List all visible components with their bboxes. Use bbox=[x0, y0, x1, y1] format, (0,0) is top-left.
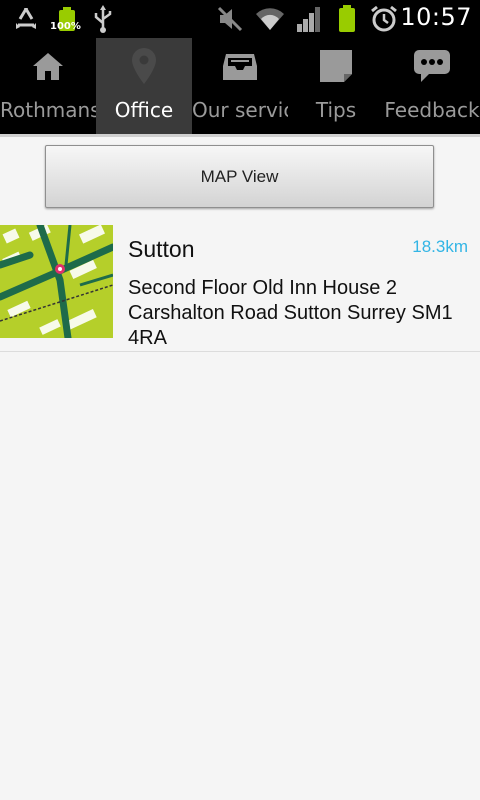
tab-rothmans[interactable]: Rothmans bbox=[0, 38, 96, 134]
tab-label: Our servic bbox=[192, 98, 288, 122]
tab-label: Office bbox=[114, 98, 174, 122]
battery-level-label: 100% bbox=[50, 21, 81, 32]
tab-feedback[interactable]: Feedback bbox=[384, 38, 480, 134]
status-bar: 100% 10:57 bbox=[0, 0, 480, 38]
office-distance: 18.3km bbox=[412, 237, 468, 256]
tab-bar: Rothmans Office Our servic Tips Feedback bbox=[0, 38, 480, 134]
alarm-icon bbox=[368, 4, 400, 34]
note-icon bbox=[316, 46, 356, 86]
tab-tips[interactable]: Tips bbox=[288, 38, 384, 134]
battery-icon bbox=[334, 4, 360, 34]
speech-bubble-icon bbox=[412, 46, 452, 86]
tab-our-services[interactable]: Our servic bbox=[192, 38, 288, 134]
tab-divider bbox=[0, 134, 480, 137]
mute-icon bbox=[214, 4, 246, 34]
tab-label: Tips bbox=[315, 98, 357, 122]
clock-time: 10:57 bbox=[400, 3, 472, 31]
list-item[interactable]: Sutton 18.3km Second Floor Old Inn House… bbox=[0, 222, 480, 352]
home-icon bbox=[28, 46, 68, 86]
location-pin-icon bbox=[124, 46, 164, 86]
map-thumbnail bbox=[0, 225, 113, 338]
tab-label: Rothmans bbox=[0, 98, 96, 122]
map-view-button[interactable]: MAP View bbox=[45, 145, 434, 208]
inbox-icon bbox=[220, 46, 260, 86]
signal-icon bbox=[294, 4, 324, 34]
office-address: Second Floor Old Inn House 2 Carshalton … bbox=[128, 277, 453, 349]
usb-icon bbox=[90, 4, 116, 34]
tab-label: Feedback bbox=[384, 98, 480, 122]
office-name: Sutton bbox=[128, 236, 195, 262]
tab-office[interactable]: Office bbox=[96, 38, 192, 134]
wifi-icon bbox=[254, 4, 286, 34]
recycle-icon bbox=[10, 4, 42, 34]
